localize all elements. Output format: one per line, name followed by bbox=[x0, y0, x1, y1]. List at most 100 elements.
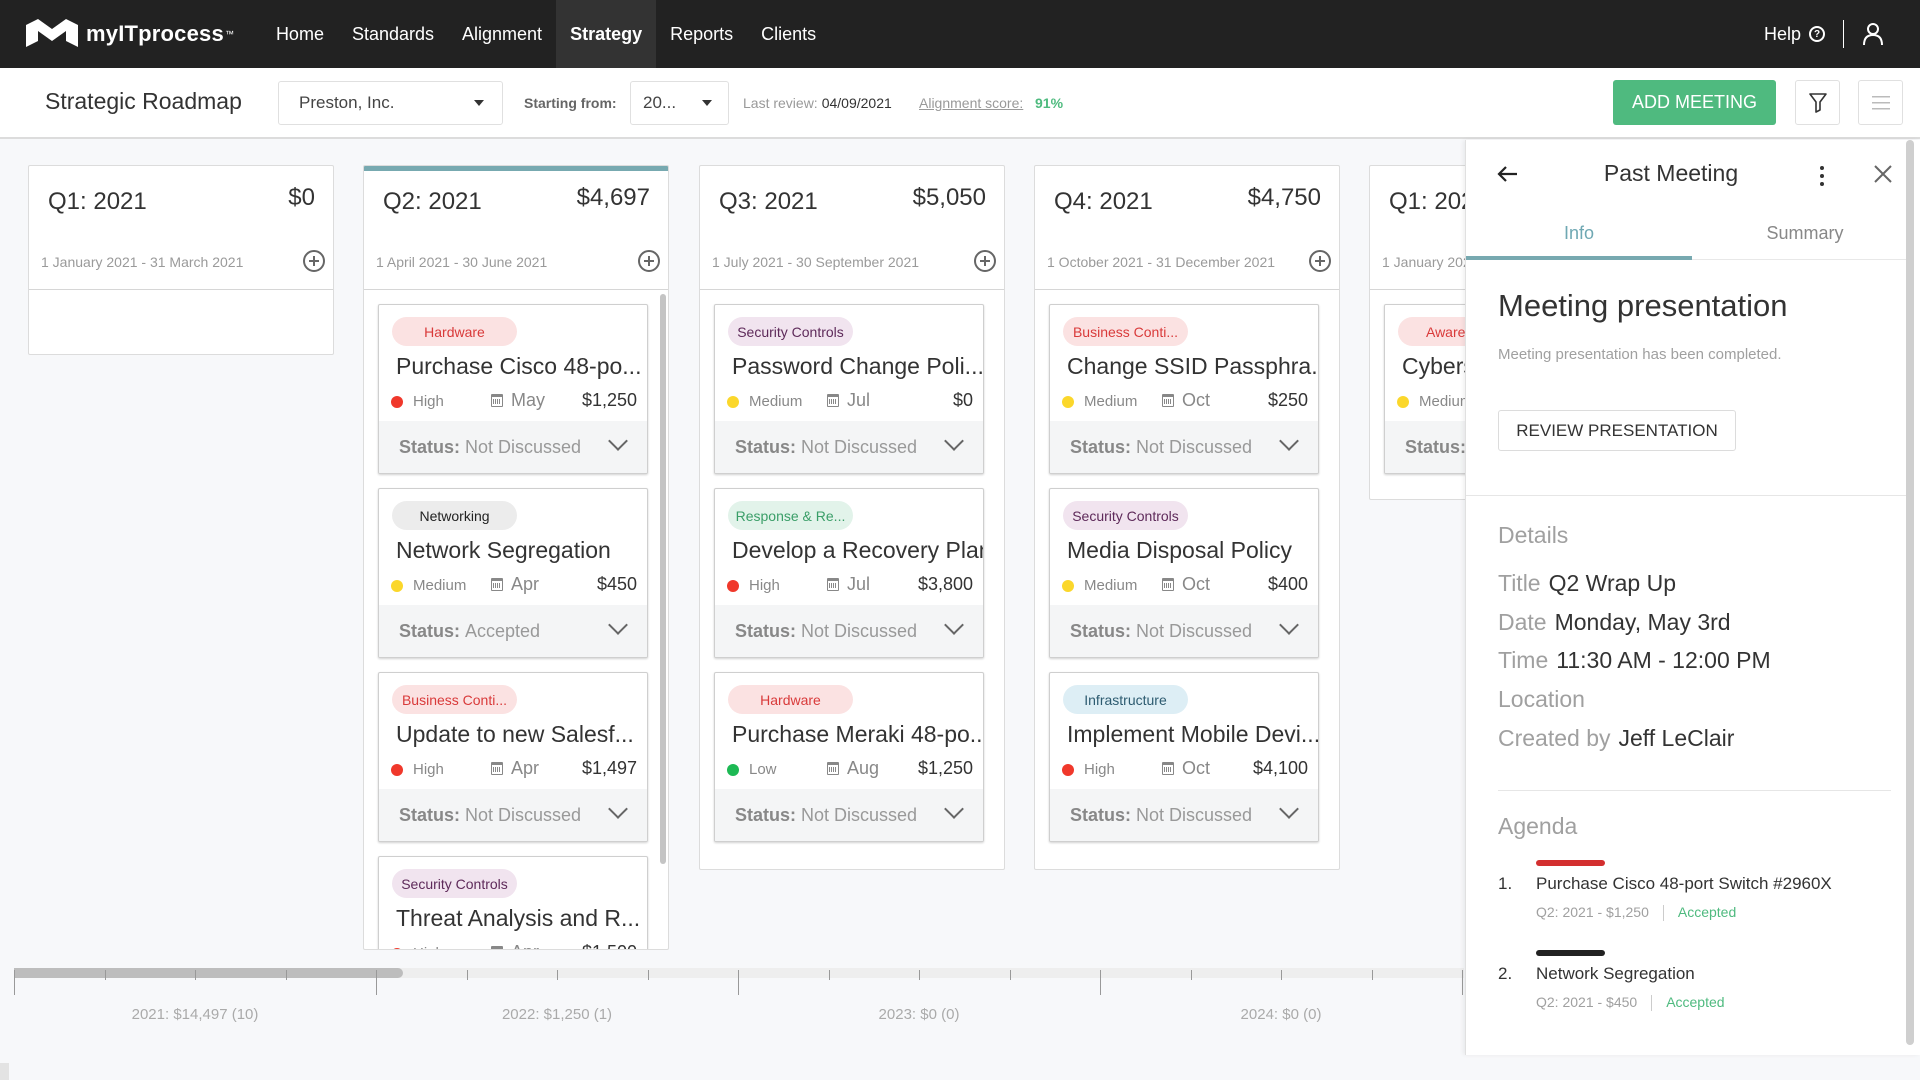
add-circle-icon[interactable] bbox=[974, 250, 996, 272]
status-label: Status: bbox=[735, 436, 797, 457]
add-circle-icon[interactable] bbox=[303, 250, 325, 272]
initiative-card[interactable]: Security Controls Password Change Poli..… bbox=[714, 304, 984, 474]
status-dropdown[interactable]: Status: Not Discussed bbox=[715, 789, 983, 841]
detail-key: Time bbox=[1498, 647, 1549, 673]
nav-item-strategy[interactable]: Strategy bbox=[556, 0, 657, 68]
past-meeting-panel: Past Meeting Info Summary Meeting presen… bbox=[1465, 140, 1920, 1055]
initiative-card[interactable]: Response & Re... Develop a Recovery Plan… bbox=[714, 488, 984, 658]
status-dropdown[interactable]: Status: Accepted bbox=[379, 605, 647, 657]
detail-value: Q2 Wrap Up bbox=[1548, 570, 1677, 596]
status-dropdown[interactable]: Status: Not Discussed bbox=[379, 421, 647, 473]
menu-button[interactable] bbox=[1858, 80, 1903, 125]
quarter-tick bbox=[104, 970, 106, 980]
priority-dot-icon bbox=[391, 580, 403, 592]
scrollbar-corner bbox=[0, 1063, 9, 1080]
add-meeting-button[interactable]: ADD MEETING bbox=[1613, 80, 1776, 125]
quarter-tick bbox=[1009, 970, 1011, 980]
client-select[interactable]: Preston, Inc. bbox=[278, 81, 503, 125]
kebab-icon[interactable] bbox=[1819, 166, 1825, 188]
status-value: Not Discussed bbox=[465, 436, 582, 457]
year-summary-label[interactable]: 2023: $0 (0) bbox=[879, 1006, 960, 1023]
nav-item-home[interactable]: Home bbox=[262, 0, 338, 68]
top-nav-bar: myITprocess ™ Home Standards Alignment Strat… bbox=[0, 0, 1920, 68]
status-label: Status: bbox=[399, 804, 461, 825]
panel-scrollbar[interactable] bbox=[1906, 140, 1914, 1045]
quarter-total: $4,697 bbox=[576, 184, 650, 211]
status-dropdown[interactable]: Status: Not Discussed bbox=[1050, 605, 1318, 657]
chevron-down-icon bbox=[944, 615, 964, 635]
initiative-card[interactable]: Business Conti... Update to new Salesf..… bbox=[378, 672, 648, 842]
quarter-title: Q1: 2021 bbox=[48, 188, 147, 215]
initiative-meta: Low Aug $1,250 bbox=[727, 757, 973, 783]
year-tick bbox=[738, 970, 739, 995]
agenda-quarter-cost: Q2: 2021 - $450 bbox=[1536, 994, 1638, 1010]
quarter-dates: 1 January 2021 - 31 March 2021 bbox=[41, 254, 244, 270]
quarter-column: Q1: 2021 $0 1 January 2021 - 31 March 20… bbox=[28, 165, 334, 355]
logo[interactable]: myITprocess ™ bbox=[24, 0, 234, 68]
user-icon[interactable] bbox=[1862, 22, 1884, 46]
calendar-icon bbox=[1162, 578, 1174, 591]
filter-button[interactable] bbox=[1795, 80, 1840, 125]
calendar-icon bbox=[1162, 762, 1174, 775]
help-label: Help bbox=[1763, 23, 1801, 44]
chevron-down-icon bbox=[608, 431, 628, 451]
add-circle-icon[interactable] bbox=[638, 250, 660, 272]
cost-label: $1,250 bbox=[581, 390, 637, 410]
last-review-label: Last review: bbox=[743, 95, 818, 111]
initiative-card[interactable]: Security Controls Threat Analysis and R.… bbox=[378, 856, 648, 949]
year-summary-label[interactable]: 2022: $1,250 (1) bbox=[502, 1006, 612, 1023]
close-icon[interactable] bbox=[1873, 164, 1893, 184]
nav-item-reports[interactable]: Reports bbox=[656, 0, 747, 68]
initiative-card[interactable]: Hardware Purchase Meraki 48-po... Low Au… bbox=[714, 672, 984, 842]
initiative-title: Develop a Recovery Plan bbox=[732, 537, 984, 563]
quarter-column: Q2: 2021 $4,697 1 April 2021 - 30 June 2… bbox=[363, 165, 669, 950]
add-circle-icon[interactable] bbox=[1309, 250, 1331, 272]
initiative-card[interactable]: Hardware Purchase Cisco 48-po... High Ma… bbox=[378, 304, 648, 474]
year-summary-label[interactable]: 2024: $0 (0) bbox=[1241, 1006, 1322, 1023]
status-value: Not Discussed bbox=[1136, 804, 1253, 825]
quarter-tick bbox=[1371, 970, 1373, 980]
review-presentation-button[interactable]: REVIEW PRESENTATION bbox=[1498, 410, 1736, 451]
status-dropdown[interactable]: Status: Not Discussed bbox=[1050, 421, 1318, 473]
help-link[interactable]: Help ? bbox=[1764, 20, 1844, 48]
quarter-title: Q3: 2021 bbox=[719, 188, 818, 215]
nav-item-standards[interactable]: Standards bbox=[338, 0, 448, 68]
quarter-dates: 1 April 2021 - 30 June 2021 bbox=[376, 254, 548, 270]
alignment-score-link[interactable]: Alignment score: bbox=[919, 95, 1023, 111]
initiative-title: Implement Mobile Devi... bbox=[1067, 721, 1319, 747]
client-select-value: Preston, Inc. bbox=[299, 93, 395, 112]
initiative-meta: Medium Apr $450 bbox=[391, 573, 637, 599]
initiative-card[interactable]: Business Conti... Change SSID Passphra..… bbox=[1049, 304, 1319, 474]
initiative-title: Media Disposal Policy bbox=[1067, 537, 1292, 563]
initiative-card[interactable]: Infrastructure Implement Mobile Devi... … bbox=[1049, 672, 1319, 842]
starting-year-select[interactable]: 20... bbox=[630, 81, 729, 125]
status-dropdown[interactable]: Status: Not Discussed bbox=[715, 421, 983, 473]
nav-item-alignment[interactable]: Alignment bbox=[448, 0, 556, 68]
month-label: Oct bbox=[1182, 758, 1211, 778]
status-dropdown[interactable]: Status: Not Discussed bbox=[1050, 789, 1318, 841]
status-value: Not Discussed bbox=[801, 620, 918, 641]
initiative-card[interactable]: Networking Network Segregation Medium Ap… bbox=[378, 488, 648, 658]
nav-item-clients[interactable]: Clients bbox=[747, 0, 830, 68]
status-dropdown[interactable]: Status: Not Discussed bbox=[715, 605, 983, 657]
tab-summary[interactable]: Summary bbox=[1692, 210, 1918, 260]
timeline-viewport-handle[interactable] bbox=[14, 968, 403, 978]
quarter-tick bbox=[195, 970, 196, 980]
priority-dot-icon bbox=[727, 580, 739, 592]
initiative-meta: High Oct $4,100 bbox=[1062, 757, 1308, 783]
calendar-icon bbox=[1162, 394, 1174, 407]
column-scrollbar[interactable] bbox=[660, 294, 666, 864]
status-dropdown[interactable]: Status: Not Discussed bbox=[379, 789, 647, 841]
tab-info[interactable]: Info bbox=[1466, 210, 1692, 260]
chevron-down-icon bbox=[1279, 431, 1299, 451]
year-summary-label[interactable]: 2021: $14,497 (10) bbox=[132, 1006, 259, 1023]
detail-row: Date Monday, May 3rd bbox=[1498, 609, 1731, 636]
agenda-number: 2. bbox=[1498, 964, 1513, 983]
cost-label: $1,497 bbox=[581, 758, 637, 778]
category-tag: Response & Re... bbox=[728, 501, 853, 530]
initiative-card[interactable]: Security Controls Media Disposal Policy … bbox=[1049, 488, 1319, 658]
starting-from-label: Starting from: bbox=[524, 95, 617, 111]
initiative-meta: Medium Oct $250 bbox=[1062, 389, 1308, 415]
priority-label: Medium bbox=[1084, 393, 1138, 410]
quarter-header: Q4: 2021 $4,750 1 October 2021 - 31 Dece… bbox=[1035, 166, 1339, 290]
